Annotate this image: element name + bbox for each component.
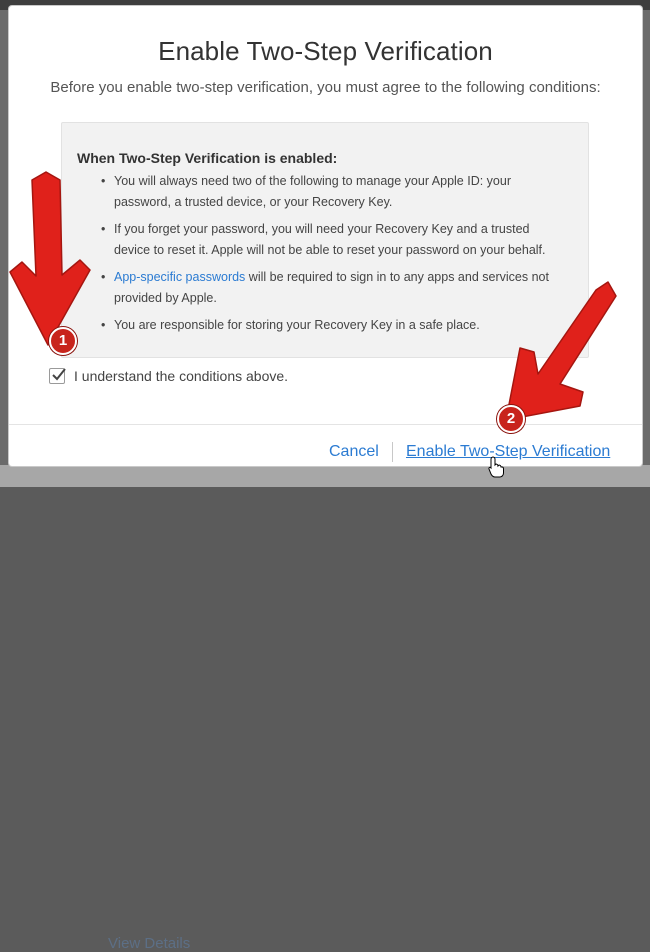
condition-item: • If you forget your password, you will …: [101, 219, 554, 261]
checkmark-icon: [52, 368, 66, 381]
condition-text: If you forget your password, you will ne…: [114, 222, 546, 257]
condition-item: • App-specific passwords will be require…: [101, 267, 554, 309]
condition-text: You will always need two of the followin…: [114, 174, 511, 209]
hand-cursor-icon: [488, 456, 504, 478]
conditions-box: When Two-Step Verification is enabled: •…: [61, 122, 589, 358]
background-window-bottom: View Details: [0, 465, 650, 952]
step-badge-2: 2: [497, 405, 525, 433]
bullet-icon: •: [101, 222, 106, 236]
condition-item: • You are responsible for storing your R…: [101, 315, 554, 336]
app-specific-passwords-link[interactable]: App-specific passwords: [114, 270, 245, 284]
dialog-title: Enable Two-Step Verification: [158, 36, 493, 66]
step-badge-1: 1: [49, 327, 77, 355]
footer-divider: [9, 424, 642, 425]
cancel-button[interactable]: Cancel: [329, 443, 379, 461]
bullet-icon: •: [101, 270, 106, 284]
background-view-details-link: View Details: [108, 935, 191, 952]
enable-two-step-button[interactable]: Enable Two-Step Verification: [406, 443, 610, 461]
conditions-list: • You will always need two of the follow…: [101, 171, 554, 342]
dialog-subtitle: Before you enable two-step verification,…: [50, 79, 601, 96]
condition-item: • You will always need two of the follow…: [101, 171, 554, 213]
conditions-heading: When Two-Step Verification is enabled:: [77, 150, 338, 166]
agree-label[interactable]: I understand the conditions above.: [74, 368, 288, 384]
agree-row[interactable]: I understand the conditions above.: [49, 365, 288, 387]
agree-checkbox[interactable]: [49, 368, 66, 384]
enable-two-step-dialog: Enable Two-Step Verification Before you …: [9, 6, 642, 466]
condition-text: You are responsible for storing your Rec…: [114, 318, 480, 332]
bullet-icon: •: [101, 318, 106, 332]
bullet-icon: •: [101, 174, 106, 188]
button-separator: [392, 442, 393, 462]
